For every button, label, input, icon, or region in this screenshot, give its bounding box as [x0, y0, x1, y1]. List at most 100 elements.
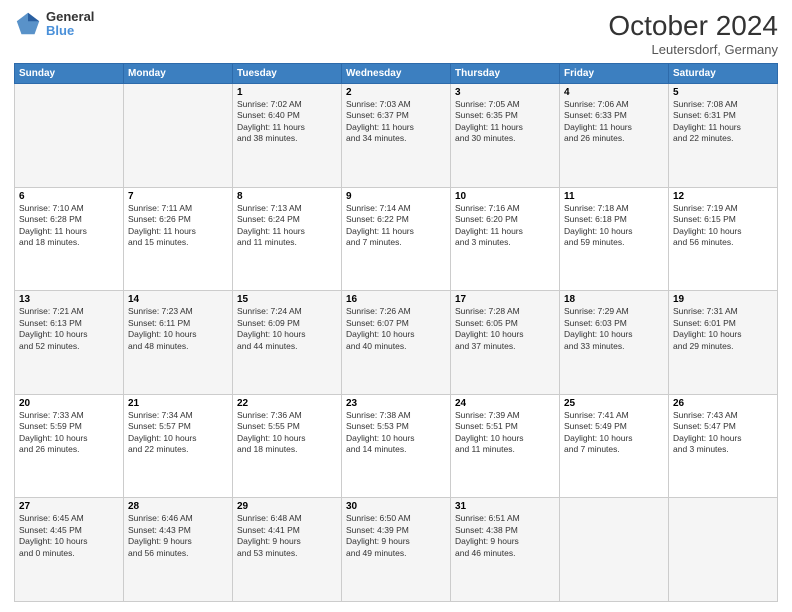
day-number: 20	[19, 398, 119, 409]
weekday-header-friday: Friday	[560, 64, 669, 84]
day-number: 30	[346, 501, 446, 512]
location: Leutersdorf, Germany	[608, 42, 778, 57]
day-number: 8	[237, 191, 337, 202]
title-block: October 2024 Leutersdorf, Germany	[608, 10, 778, 57]
header: General Blue October 2024 Leutersdorf, G…	[14, 10, 778, 57]
day-number: 26	[673, 398, 773, 409]
day-number: 19	[673, 294, 773, 305]
page: General Blue October 2024 Leutersdorf, G…	[0, 0, 792, 612]
day-number: 22	[237, 398, 337, 409]
calendar-cell: 16Sunrise: 7:26 AM Sunset: 6:07 PM Dayli…	[342, 291, 451, 395]
cell-content: Sunrise: 7:10 AM Sunset: 6:28 PM Dayligh…	[19, 203, 119, 249]
cell-content: Sunrise: 7:06 AM Sunset: 6:33 PM Dayligh…	[564, 99, 664, 145]
cell-content: Sunrise: 7:02 AM Sunset: 6:40 PM Dayligh…	[237, 99, 337, 145]
weekday-header-sunday: Sunday	[15, 64, 124, 84]
cell-content: Sunrise: 7:41 AM Sunset: 5:49 PM Dayligh…	[564, 410, 664, 456]
day-number: 18	[564, 294, 664, 305]
calendar-cell: 12Sunrise: 7:19 AM Sunset: 6:15 PM Dayli…	[669, 187, 778, 291]
calendar-cell: 4Sunrise: 7:06 AM Sunset: 6:33 PM Daylig…	[560, 84, 669, 188]
day-number: 21	[128, 398, 228, 409]
calendar-cell: 25Sunrise: 7:41 AM Sunset: 5:49 PM Dayli…	[560, 394, 669, 498]
calendar-week-5: 27Sunrise: 6:45 AM Sunset: 4:45 PM Dayli…	[15, 498, 778, 602]
calendar-cell: 5Sunrise: 7:08 AM Sunset: 6:31 PM Daylig…	[669, 84, 778, 188]
calendar-cell: 10Sunrise: 7:16 AM Sunset: 6:20 PM Dayli…	[451, 187, 560, 291]
cell-content: Sunrise: 7:03 AM Sunset: 6:37 PM Dayligh…	[346, 99, 446, 145]
calendar-cell: 28Sunrise: 6:46 AM Sunset: 4:43 PM Dayli…	[124, 498, 233, 602]
logo: General Blue	[14, 10, 94, 39]
cell-content: Sunrise: 7:18 AM Sunset: 6:18 PM Dayligh…	[564, 203, 664, 249]
cell-content: Sunrise: 7:31 AM Sunset: 6:01 PM Dayligh…	[673, 306, 773, 352]
calendar-week-1: 1Sunrise: 7:02 AM Sunset: 6:40 PM Daylig…	[15, 84, 778, 188]
calendar-cell: 29Sunrise: 6:48 AM Sunset: 4:41 PM Dayli…	[233, 498, 342, 602]
calendar-week-2: 6Sunrise: 7:10 AM Sunset: 6:28 PM Daylig…	[15, 187, 778, 291]
day-number: 4	[564, 87, 664, 98]
calendar-cell: 2Sunrise: 7:03 AM Sunset: 6:37 PM Daylig…	[342, 84, 451, 188]
calendar-cell: 31Sunrise: 6:51 AM Sunset: 4:38 PM Dayli…	[451, 498, 560, 602]
day-number: 23	[346, 398, 446, 409]
calendar-cell: 22Sunrise: 7:36 AM Sunset: 5:55 PM Dayli…	[233, 394, 342, 498]
cell-content: Sunrise: 7:34 AM Sunset: 5:57 PM Dayligh…	[128, 410, 228, 456]
calendar-cell: 9Sunrise: 7:14 AM Sunset: 6:22 PM Daylig…	[342, 187, 451, 291]
calendar-cell: 30Sunrise: 6:50 AM Sunset: 4:39 PM Dayli…	[342, 498, 451, 602]
cell-content: Sunrise: 7:38 AM Sunset: 5:53 PM Dayligh…	[346, 410, 446, 456]
cell-content: Sunrise: 7:05 AM Sunset: 6:35 PM Dayligh…	[455, 99, 555, 145]
weekday-header-saturday: Saturday	[669, 64, 778, 84]
calendar-cell: 23Sunrise: 7:38 AM Sunset: 5:53 PM Dayli…	[342, 394, 451, 498]
cell-content: Sunrise: 7:33 AM Sunset: 5:59 PM Dayligh…	[19, 410, 119, 456]
cell-content: Sunrise: 7:08 AM Sunset: 6:31 PM Dayligh…	[673, 99, 773, 145]
calendar-cell: 18Sunrise: 7:29 AM Sunset: 6:03 PM Dayli…	[560, 291, 669, 395]
cell-content: Sunrise: 6:50 AM Sunset: 4:39 PM Dayligh…	[346, 513, 446, 559]
logo-icon	[14, 10, 42, 38]
cell-content: Sunrise: 7:14 AM Sunset: 6:22 PM Dayligh…	[346, 203, 446, 249]
cell-content: Sunrise: 7:24 AM Sunset: 6:09 PM Dayligh…	[237, 306, 337, 352]
day-number: 7	[128, 191, 228, 202]
calendar-cell: 1Sunrise: 7:02 AM Sunset: 6:40 PM Daylig…	[233, 84, 342, 188]
calendar-cell	[15, 84, 124, 188]
calendar-cell	[560, 498, 669, 602]
calendar-table: SundayMondayTuesdayWednesdayThursdayFrid…	[14, 63, 778, 602]
calendar-cell: 6Sunrise: 7:10 AM Sunset: 6:28 PM Daylig…	[15, 187, 124, 291]
calendar-cell: 8Sunrise: 7:13 AM Sunset: 6:24 PM Daylig…	[233, 187, 342, 291]
day-number: 6	[19, 191, 119, 202]
day-number: 10	[455, 191, 555, 202]
calendar-body: 1Sunrise: 7:02 AM Sunset: 6:40 PM Daylig…	[15, 84, 778, 602]
weekday-header-wednesday: Wednesday	[342, 64, 451, 84]
cell-content: Sunrise: 7:36 AM Sunset: 5:55 PM Dayligh…	[237, 410, 337, 456]
cell-content: Sunrise: 6:45 AM Sunset: 4:45 PM Dayligh…	[19, 513, 119, 559]
calendar-cell: 14Sunrise: 7:23 AM Sunset: 6:11 PM Dayli…	[124, 291, 233, 395]
day-number: 25	[564, 398, 664, 409]
calendar-cell	[669, 498, 778, 602]
day-number: 17	[455, 294, 555, 305]
day-number: 3	[455, 87, 555, 98]
calendar-week-3: 13Sunrise: 7:21 AM Sunset: 6:13 PM Dayli…	[15, 291, 778, 395]
cell-content: Sunrise: 7:21 AM Sunset: 6:13 PM Dayligh…	[19, 306, 119, 352]
day-number: 12	[673, 191, 773, 202]
day-number: 16	[346, 294, 446, 305]
cell-content: Sunrise: 7:29 AM Sunset: 6:03 PM Dayligh…	[564, 306, 664, 352]
day-number: 31	[455, 501, 555, 512]
cell-content: Sunrise: 6:46 AM Sunset: 4:43 PM Dayligh…	[128, 513, 228, 559]
calendar-cell: 20Sunrise: 7:33 AM Sunset: 5:59 PM Dayli…	[15, 394, 124, 498]
cell-content: Sunrise: 6:51 AM Sunset: 4:38 PM Dayligh…	[455, 513, 555, 559]
day-number: 9	[346, 191, 446, 202]
logo-line1: General	[46, 10, 94, 24]
logo-line2: Blue	[46, 24, 94, 38]
cell-content: Sunrise: 7:43 AM Sunset: 5:47 PM Dayligh…	[673, 410, 773, 456]
cell-content: Sunrise: 6:48 AM Sunset: 4:41 PM Dayligh…	[237, 513, 337, 559]
weekday-header-tuesday: Tuesday	[233, 64, 342, 84]
cell-content: Sunrise: 7:13 AM Sunset: 6:24 PM Dayligh…	[237, 203, 337, 249]
cell-content: Sunrise: 7:39 AM Sunset: 5:51 PM Dayligh…	[455, 410, 555, 456]
calendar-cell: 19Sunrise: 7:31 AM Sunset: 6:01 PM Dayli…	[669, 291, 778, 395]
calendar-cell: 26Sunrise: 7:43 AM Sunset: 5:47 PM Dayli…	[669, 394, 778, 498]
day-number: 2	[346, 87, 446, 98]
cell-content: Sunrise: 7:16 AM Sunset: 6:20 PM Dayligh…	[455, 203, 555, 249]
cell-content: Sunrise: 7:28 AM Sunset: 6:05 PM Dayligh…	[455, 306, 555, 352]
day-number: 14	[128, 294, 228, 305]
calendar-cell	[124, 84, 233, 188]
calendar-cell: 15Sunrise: 7:24 AM Sunset: 6:09 PM Dayli…	[233, 291, 342, 395]
day-number: 29	[237, 501, 337, 512]
cell-content: Sunrise: 7:26 AM Sunset: 6:07 PM Dayligh…	[346, 306, 446, 352]
day-number: 28	[128, 501, 228, 512]
weekday-row: SundayMondayTuesdayWednesdayThursdayFrid…	[15, 64, 778, 84]
month-title: October 2024	[608, 10, 778, 42]
